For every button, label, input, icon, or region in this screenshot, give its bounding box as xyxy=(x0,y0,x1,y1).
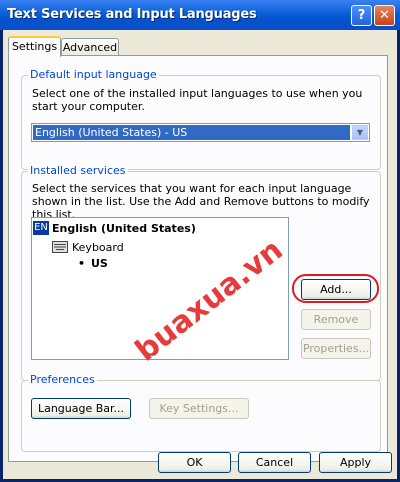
keyboard-icon xyxy=(52,241,68,253)
tree-item-keyboard[interactable]: Keyboard xyxy=(72,241,124,254)
ok-button[interactable]: OK xyxy=(158,452,231,473)
installed-services-group-label: Installed services xyxy=(28,164,128,177)
default-language-value: English (United States) - US xyxy=(33,125,350,140)
dialog-client-area: Settings Advanced Default input language… xyxy=(3,30,397,479)
default-language-select[interactable]: English (United States) - US ▼ xyxy=(31,123,370,142)
bullet-icon: • xyxy=(78,257,86,270)
chevron-down-icon[interactable]: ▼ xyxy=(352,125,368,140)
apply-button[interactable]: Apply xyxy=(319,452,392,473)
remove-button[interactable]: Remove xyxy=(301,309,371,330)
settings-panel: Default input language Select one of the… xyxy=(8,55,388,462)
tree-item-language[interactable]: English (United States) xyxy=(52,222,196,235)
cancel-button[interactable]: Cancel xyxy=(238,452,311,473)
preferences-group-label: Preferences xyxy=(28,373,97,386)
add-button[interactable]: Add... xyxy=(301,279,371,300)
tree-item-layout[interactable]: US xyxy=(91,257,108,270)
help-button[interactable]: ? xyxy=(351,5,372,26)
default-input-group: Default input language Select one of the… xyxy=(21,68,381,170)
window-title: Text Services and Input Languages xyxy=(7,7,257,22)
language-bar-button[interactable]: Language Bar... xyxy=(31,398,131,419)
default-input-description: Select one of the installed input langua… xyxy=(32,87,363,113)
dialog-window: Text Services and Input Languages ? ✕ Se… xyxy=(0,0,400,482)
installed-services-group: Installed services Select the services t… xyxy=(21,164,381,381)
default-input-group-label: Default input language xyxy=(28,68,159,81)
tab-settings[interactable]: Settings xyxy=(8,36,61,57)
preferences-group: Preferences Language Bar... Key Settings… xyxy=(21,373,381,452)
properties-button[interactable]: Properties... xyxy=(301,338,371,359)
key-settings-button[interactable]: Key Settings... xyxy=(149,398,249,419)
close-button[interactable]: ✕ xyxy=(374,5,395,26)
installed-services-description: Select the services that you want for ea… xyxy=(32,182,370,221)
title-bar[interactable]: Text Services and Input Languages ? ✕ xyxy=(0,0,400,30)
language-badge: EN xyxy=(33,221,49,235)
